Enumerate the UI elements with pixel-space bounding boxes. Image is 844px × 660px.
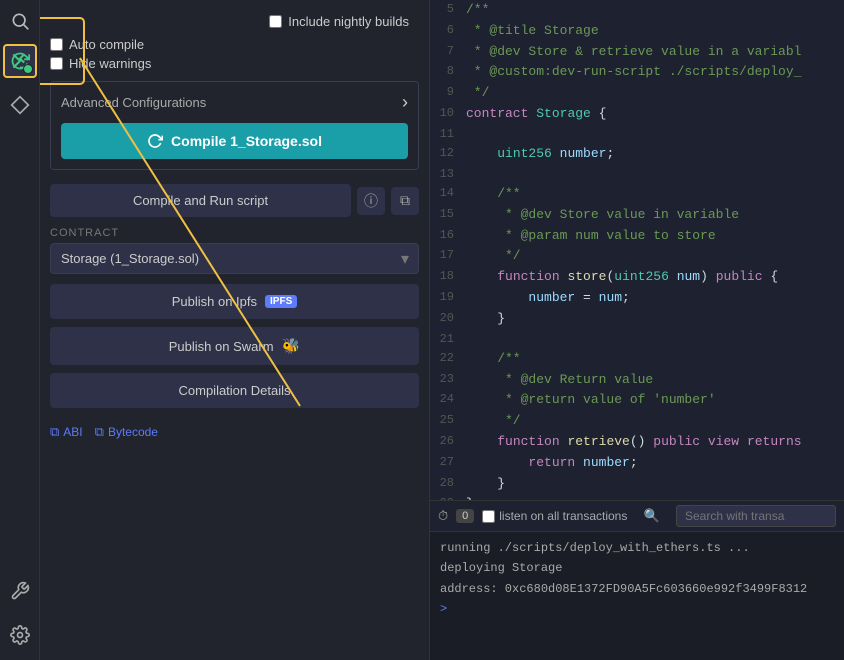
terminal-panel: ⏱ 0 listen on all transactions 🔍 running… — [430, 500, 844, 660]
info-button[interactable]: ⓘ — [357, 187, 385, 215]
hide-warnings-label: Hide warnings — [69, 56, 151, 71]
compile-plugin-btn[interactable] — [3, 44, 37, 78]
compile-run-row: Compile and Run script ⓘ ⧉ — [50, 184, 419, 217]
publish-ipfs-button[interactable]: Publish on Ipfs IPFS — [50, 284, 419, 319]
terminal-text-3: address: 0xc680d08E1372FD90A5Fc603660e99… — [440, 582, 807, 596]
terminal-text-1: running ./scripts/deploy_with_ethers.ts … — [440, 541, 750, 555]
abi-link[interactable]: ⧉ ABI — [50, 424, 83, 440]
advanced-config-section: Advanced Configurations › Compile 1_Stor… — [50, 81, 419, 170]
terminal-line: running ./scripts/deploy_with_ethers.ts … — [440, 538, 834, 558]
left-panel: Include nightly builds Auto compile Hide… — [40, 0, 430, 660]
publish-ipfs-label: Publish on Ipfs — [172, 294, 257, 309]
compile-button-label: Compile 1_Storage.sol — [171, 133, 322, 149]
code-line: 20 } — [430, 309, 844, 330]
ipfs-badge: IPFS — [265, 295, 297, 308]
auto-compile-row: Auto compile — [40, 35, 429, 54]
code-line: 10 contract Storage { — [430, 104, 844, 125]
right-panel: 5 /** 6 * @title Storage 7 * @dev Store … — [430, 0, 844, 660]
terminal-clock-icon: ⏱ — [438, 508, 448, 524]
publish-swarm-button[interactable]: Publish on Swarm 🐝 — [50, 327, 419, 365]
code-line: 5 /** — [430, 0, 844, 21]
code-editor[interactable]: 5 /** 6 * @title Storage 7 * @dev Store … — [430, 0, 844, 500]
bytecode-copy-icon: ⧉ — [95, 424, 104, 440]
contract-select-wrap: Storage (1_Storage.sol) ▾ — [50, 243, 419, 274]
code-line: 26 function retrieve() public view retur… — [430, 432, 844, 453]
code-line: 25 */ — [430, 411, 844, 432]
advanced-config-title: Advanced Configurations — [61, 95, 206, 110]
code-line: 7 * @dev Store & retrieve value in a var… — [430, 42, 844, 63]
copy-button[interactable]: ⧉ — [391, 187, 419, 215]
code-line: 14 /** — [430, 184, 844, 205]
code-line: 8 * @custom:dev-run-script ./scripts/dep… — [430, 62, 844, 83]
compilation-details-button[interactable]: Compilation Details — [50, 373, 419, 408]
compile-run-label: Compile and Run script — [133, 193, 268, 208]
code-line: 23 * @dev Return value — [430, 370, 844, 391]
copy-icon: ⧉ — [400, 192, 410, 209]
terminal-search-icon: 🔍 — [644, 508, 660, 524]
bytecode-label: Bytecode — [108, 425, 158, 439]
code-line: 19 number = num; — [430, 288, 844, 309]
icon-sidebar — [0, 0, 40, 660]
code-line: 15 * @dev Store value in variable — [430, 205, 844, 226]
code-line: 11 — [430, 125, 844, 144]
contract-label: CONTRACT — [40, 223, 429, 241]
terminal-output: running ./scripts/deploy_with_ethers.ts … — [430, 532, 844, 660]
compile-run-button[interactable]: Compile and Run script — [50, 184, 351, 217]
gear-icon-btn[interactable] — [3, 618, 37, 652]
advanced-config-header[interactable]: Advanced Configurations › — [61, 92, 408, 113]
code-line: 21 — [430, 330, 844, 349]
hide-warnings-row: Hide warnings — [40, 54, 429, 73]
listen-transactions-label: listen on all transactions — [499, 509, 627, 523]
info-icon: ⓘ — [364, 191, 378, 211]
auto-compile-label: Auto compile — [69, 37, 144, 52]
abi-bytecode-row: ⧉ ABI ⧉ Bytecode — [40, 416, 429, 448]
code-line: 6 * @title Storage — [430, 21, 844, 42]
terminal-prompt: > — [440, 602, 447, 616]
terminal-line: address: 0xc680d08E1372FD90A5Fc603660e99… — [440, 579, 834, 599]
code-line: 18 function store(uint256 num) public { — [430, 267, 844, 288]
compile-refresh-icon — [147, 133, 163, 149]
code-line: 24 * @return value of 'number' — [430, 390, 844, 411]
listen-transactions-checkbox[interactable] — [482, 510, 495, 523]
nightly-checkbox[interactable] — [269, 15, 282, 28]
listen-transactions-row: listen on all transactions — [482, 509, 627, 523]
code-line: 12 uint256 number; — [430, 144, 844, 165]
compilation-details-label: Compilation Details — [179, 383, 291, 398]
diamond-icon-btn[interactable] — [3, 88, 37, 122]
terminal-line: deploying Storage — [440, 558, 834, 578]
abi-label: ABI — [63, 425, 82, 439]
code-line: 28 } — [430, 474, 844, 495]
terminal-search-input[interactable] — [676, 505, 836, 527]
code-line: 9 */ — [430, 83, 844, 104]
code-line: 16 * @param num value to store — [430, 226, 844, 247]
terminal-count: 0 — [456, 509, 474, 523]
code-line: 13 — [430, 165, 844, 184]
code-line: 17 */ — [430, 246, 844, 267]
expand-icon: › — [402, 92, 408, 113]
contract-select[interactable]: Storage (1_Storage.sol) — [50, 243, 419, 274]
bytecode-link[interactable]: ⧉ Bytecode — [95, 424, 158, 440]
code-line: 27 return number; — [430, 453, 844, 474]
terminal-text-2: deploying Storage — [440, 561, 562, 575]
terminal-toolbar: ⏱ 0 listen on all transactions 🔍 — [430, 501, 844, 532]
wrench-icon-btn[interactable] — [3, 574, 37, 608]
auto-compile-checkbox[interactable] — [50, 38, 63, 51]
code-line: 22 /** — [430, 349, 844, 370]
abi-copy-icon: ⧉ — [50, 424, 59, 440]
search-icon-btn[interactable] — [3, 4, 37, 38]
hide-warnings-checkbox[interactable] — [50, 57, 63, 70]
publish-swarm-label: Publish on Swarm — [169, 339, 274, 354]
active-badge — [23, 64, 33, 74]
nightly-label: Include nightly builds — [288, 14, 409, 29]
swarm-icon: 🐝 — [282, 337, 301, 355]
terminal-prompt-line: > — [440, 599, 834, 619]
compile-button[interactable]: Compile 1_Storage.sol — [61, 123, 408, 159]
